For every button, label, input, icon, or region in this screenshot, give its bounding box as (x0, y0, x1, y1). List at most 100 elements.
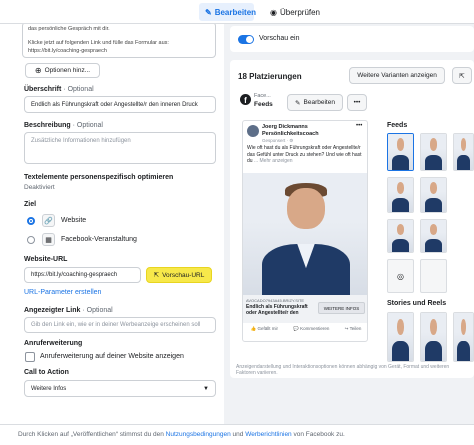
pencil-icon: ✎ (205, 7, 212, 17)
description-input[interactable]: Zusätzliche Informationen hinzufügen (24, 132, 216, 164)
website-url-label: Website-URL (24, 256, 68, 263)
facebook-logo-icon: f (240, 94, 251, 105)
feeds-heading: Feeds (387, 122, 408, 129)
avatar (247, 125, 259, 137)
website-url-value: https://bit.ly/coaching-gespraech (31, 272, 118, 278)
chevron-down-icon: ▼ (203, 385, 209, 392)
stories-thumbnail[interactable] (387, 312, 414, 362)
tab-edit-label: Bearbeiten (214, 7, 257, 17)
instagram-icon: ◎ (397, 272, 404, 281)
ad-more-icon[interactable]: ••• (356, 123, 362, 129)
ad-link-domain: AVOCADO7943A45.BRIZY.SITE (246, 298, 305, 303)
ad-image (243, 173, 367, 295)
website-url-input[interactable]: https://bit.ly/coaching-gespraech (24, 267, 141, 283)
ad-page-name: Joerg Dickmanns Persönlichkeitscoach (262, 124, 319, 137)
goal-event-radio[interactable] (27, 236, 35, 244)
ad-sponsored: Gesponsert · ⚙ (262, 138, 294, 143)
edit-placement-label: Bearbeiten (303, 99, 335, 106)
comment-action[interactable]: 💬 Kommentieren (293, 326, 329, 332)
footer-prefix: Durch Klicken auf „Veröffentlichen“ stim… (18, 431, 166, 438)
editor-panel: das persönliche Gespräch mit dir. Klicke… (0, 24, 224, 424)
more-options-button[interactable]: ••• (347, 94, 367, 111)
cta-label: Call to Action (24, 369, 69, 376)
add-options-button[interactable]: ⊕ Optionen hinz... (25, 63, 100, 78)
external-link-icon: ⇱ (459, 72, 465, 80)
terms-link[interactable]: Nutzungsbedingungen (166, 431, 231, 438)
placement-label: Feeds (254, 101, 273, 108)
feeds-thumbnail[interactable] (453, 133, 474, 171)
share-action[interactable]: ↪ Teilen (345, 326, 362, 332)
link-icon: 🔗 (42, 214, 55, 227)
like-action[interactable]: 👍 Gefällt mir (251, 326, 278, 332)
pencil-icon: ✎ (295, 99, 301, 107)
primary-text-line3: https://bit.ly/coaching-gespraech (28, 48, 107, 54)
preview-url-label: Vorschau-URL (162, 271, 205, 279)
headline-value: Endlich als Führungskraft oder Angestell… (31, 101, 198, 108)
ad-preview: Joerg Dickmanns Persönlichkeitscoach Ges… (242, 120, 368, 342)
description-label: Beschreibung · Optional (24, 122, 103, 129)
footer-mid: und (230, 431, 246, 438)
tab-review[interactable]: ◉ Überprüfen (264, 3, 324, 21)
preview-toggle-bar: Vorschau ein (230, 26, 474, 52)
tab-edit[interactable]: ✎ Bearbeiten (199, 3, 257, 21)
display-link-label: Angezeigter Link · Optional (24, 307, 113, 314)
preview-disclaimer: Anzeigendarstellung und Interaktionsopti… (236, 364, 450, 376)
headline-input[interactable]: Endlich als Führungskraft oder Angestell… (24, 96, 216, 113)
platform-label: Face... (254, 93, 271, 99)
ad-policies-link[interactable]: Werberichtlinien (245, 431, 291, 438)
preview-panel: Vorschau ein 18 Platzierungen Weitere Va… (226, 24, 474, 424)
preview-card: 18 Platzierungen Weitere Varianten anzei… (230, 60, 474, 378)
stories-thumbnail[interactable] (453, 312, 474, 362)
goal-website-radio[interactable] (27, 217, 35, 225)
goal-website-label: Website (61, 217, 87, 224)
personalize-status: Deaktiviert (24, 184, 55, 191)
more-variants-label: Weitere Varianten anzeigen (357, 72, 437, 79)
edit-placement-button[interactable]: ✎ Bearbeiten (287, 94, 343, 111)
open-external-button[interactable]: ⇱ (452, 67, 472, 84)
footer: Durch Klicken auf „Veröffentlichen“ stim… (0, 424, 474, 445)
plus-circle-icon: ⊕ (34, 66, 42, 75)
url-parameters-link[interactable]: URL-Parameter erstellen (24, 289, 101, 296)
call-extension-label: Anruferweiterung (24, 340, 83, 347)
more-variants-button[interactable]: Weitere Varianten anzeigen (349, 67, 445, 84)
display-link-placeholder: Gib den Link ein, wie er in deiner Werbe… (31, 322, 201, 328)
feeds-thumbnail[interactable]: ◎ (387, 259, 414, 293)
preview-toggle-label: Vorschau ein (259, 35, 300, 42)
placements-count: 18 Platzierungen (238, 72, 302, 81)
primary-text-field[interactable]: das persönliche Gespräch mit dir. Klicke… (22, 24, 216, 58)
tab-review-label: Überprüfen (279, 7, 321, 17)
goal-event-label: Facebook-Veranstaltung (61, 236, 137, 243)
preview-url-button[interactable]: ⇱ Vorschau-URL (146, 267, 212, 283)
eye-icon: ◉ (270, 7, 277, 17)
cta-value: Weitere Infos (31, 385, 67, 392)
ad-link-title: Endlich als Führungskraft oder Angestell… (246, 304, 308, 316)
display-link-input[interactable]: Gib den Link ein, wie er in deiner Werbe… (24, 317, 216, 333)
description-placeholder: Zusätzliche Informationen hinzufügen (31, 138, 131, 144)
personalize-label: Textelemente personenspezifisch optimier… (24, 174, 174, 181)
feeds-thumbnail[interactable] (387, 219, 414, 253)
add-options-label: Optionen hinz... (44, 67, 91, 74)
call-extension-checkbox[interactable] (25, 352, 35, 362)
ad-link-bar: AVOCADO7943A45.BRIZY.SITE Endlich als Fü… (243, 295, 367, 323)
goal-label: Ziel (24, 201, 37, 208)
primary-text-line2: Klicke jetzt auf folgenden Link und füll… (28, 40, 169, 46)
call-extension-text: Anruferweiterung auf deiner Website anze… (40, 353, 184, 360)
feeds-thumbnail[interactable] (420, 133, 447, 171)
feeds-thumbnail[interactable] (387, 133, 414, 171)
top-bar: ✎ Bearbeiten ◉ Überprüfen (0, 0, 474, 24)
ad-primary-text: Wie oft hast du als Führungskraft oder A… (247, 145, 362, 164)
feeds-thumbnail[interactable] (420, 219, 447, 253)
external-link-icon: ⇱ (153, 272, 160, 279)
feeds-thumbnail[interactable] (420, 259, 447, 293)
cta-select[interactable]: Weitere Infos ▼ (24, 380, 216, 397)
calendar-icon: ▦ (42, 233, 55, 246)
stories-thumbnail[interactable] (420, 312, 447, 362)
feeds-thumbnail[interactable] (420, 177, 447, 213)
preview-toggle[interactable] (238, 35, 254, 44)
ad-actions: 👍 Gefällt mir 💬 Kommentieren ↪ Teilen (243, 326, 367, 332)
ad-cta-button[interactable]: WEITERE INFOS (318, 302, 365, 314)
stories-heading: Stories und Reels (387, 300, 447, 307)
feeds-thumbnail[interactable] (387, 177, 414, 213)
more-icon: ••• (353, 99, 361, 106)
primary-text-line1: das persönliche Gespräch mit dir. (28, 26, 110, 32)
